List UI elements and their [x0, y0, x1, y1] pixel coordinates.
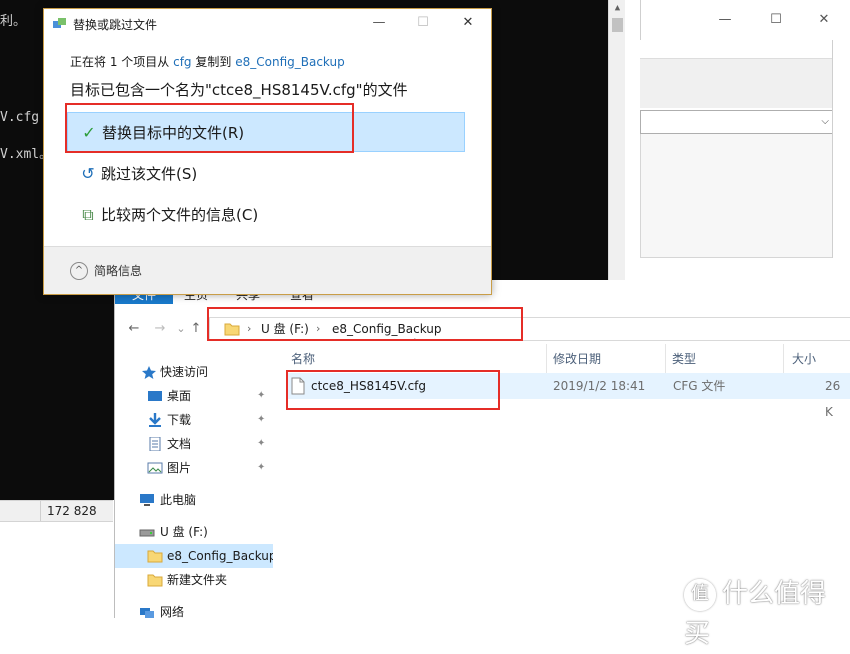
source-folder-link[interactable]: cfg	[173, 55, 191, 69]
picture-icon	[147, 462, 163, 474]
folder-icon	[147, 550, 163, 563]
nav-item-label: 快速访问	[160, 365, 209, 379]
console-line: 利。	[0, 14, 27, 29]
usb-drive-icon	[139, 529, 155, 537]
option-label: 比较两个文件的信息(C)	[101, 206, 259, 224]
nav-item-quick-access[interactable]: 快速访问	[115, 360, 273, 384]
option-label: 跳过该文件(S)	[101, 165, 198, 183]
dropdown-select[interactable]: ⌵	[640, 110, 833, 134]
nav-item-network[interactable]: 网络	[115, 600, 273, 619]
pin-icon[interactable]: ✦	[257, 408, 265, 432]
destination-folder-link[interactable]: e8_Config_Backup	[235, 55, 345, 69]
nav-item-label: U 盘 (F:)	[160, 525, 208, 539]
column-header-label: 名称	[291, 352, 316, 366]
nav-item-documents[interactable]: 文档 ✦	[115, 432, 273, 456]
nav-item-label: 下载	[167, 413, 192, 427]
nav-item-label: 文档	[167, 437, 192, 451]
star-icon	[142, 366, 156, 379]
highlight-box-address	[207, 307, 523, 341]
skip-arrow-icon: ↺	[81, 164, 95, 183]
scrollbar-thumb[interactable]	[612, 18, 623, 32]
watermark-logo-icon: 值	[684, 578, 716, 611]
nav-item-e8-config-backup[interactable]: e8_Config_Backup	[115, 544, 277, 568]
skip-file-option[interactable]: ↺ 跳过该文件(S)	[67, 154, 465, 194]
status-strip: 172 828	[0, 500, 113, 522]
background-panel	[640, 134, 833, 258]
document-icon	[149, 437, 161, 451]
nav-item-desktop[interactable]: 桌面 ✦	[115, 384, 273, 408]
dialog-title: 替换或跳过文件	[73, 18, 158, 32]
compare-files-option[interactable]: ⧉ 比较两个文件的信息(C)	[67, 195, 465, 235]
nav-item-new-folder[interactable]: 新建文件夹	[115, 568, 273, 592]
nav-item-label: 图片	[167, 461, 192, 475]
dialog-footer: ^ 简略信息	[44, 246, 491, 294]
copy-files-icon	[53, 18, 66, 28]
nav-item-pictures[interactable]: 图片 ✦	[115, 456, 273, 480]
nav-item-label: 网络	[160, 605, 185, 619]
column-header-label: 修改日期	[553, 352, 602, 366]
dialog-subtitle: 正在将 1 个项目从 cfg 复制到 e8_Config_Backup	[70, 53, 345, 70]
subtitle-text: 正在将 1 个项目从	[70, 55, 170, 69]
file-size: 26 K	[825, 379, 841, 419]
column-header-label: 类型	[672, 352, 697, 366]
back-arrow-icon[interactable]: ←	[125, 320, 143, 338]
background-window: — ☐ ✕ ⌵	[625, 0, 850, 258]
close-button[interactable]: ✕	[814, 10, 834, 30]
minimize-button[interactable]: —	[366, 12, 392, 34]
highlight-box-file	[286, 370, 500, 410]
subtitle-text: 复制到	[195, 55, 232, 69]
network-icon	[140, 608, 154, 618]
column-header-size[interactable]: 大小	[784, 344, 850, 374]
background-window-edge	[832, 40, 850, 258]
download-icon	[149, 413, 161, 427]
maximize-button[interactable]: ☐	[766, 10, 786, 30]
maximize-button[interactable]: ☐	[410, 12, 436, 34]
pin-icon[interactable]: ✦	[257, 384, 265, 408]
nav-item-label: e8_Config_Backup	[167, 549, 277, 563]
close-button[interactable]: ✕	[455, 12, 481, 34]
scroll-up-icon[interactable]: ▲	[609, 0, 626, 17]
minimize-button[interactable]: —	[715, 10, 735, 30]
dialog-headline: 目标已包含一个名为"ctce8_HS8145V.cfg"的文件	[70, 81, 408, 99]
nav-item-label: 桌面	[167, 389, 192, 403]
desktop-icon	[148, 391, 162, 401]
column-header-type[interactable]: 类型	[666, 344, 784, 374]
chevron-down-icon: ⌵	[821, 116, 829, 127]
forward-arrow-icon[interactable]: →	[151, 320, 169, 338]
computer-icon	[140, 494, 154, 506]
file-modified: 2019/1/2 18:41	[553, 379, 646, 393]
compare-files-icon: ⧉	[82, 205, 94, 224]
nav-item-label: 新建文件夹	[167, 573, 228, 587]
navigation-pane: 快速访问 桌面 ✦ 下载 ✦ 文档 ✦ 图片 ✦ 此电脑 U 盘 (F:) e8…	[115, 344, 277, 619]
console-line: V.cfg	[0, 110, 40, 125]
folder-icon	[147, 574, 163, 587]
background-toolbar	[640, 58, 835, 108]
file-type: CFG 文件	[673, 379, 726, 393]
watermark: 值什么值得买	[684, 574, 850, 649]
fewer-details-button[interactable]: 简略信息	[94, 262, 142, 280]
chevron-up-icon[interactable]: ^	[70, 262, 88, 280]
pin-icon[interactable]: ✦	[257, 456, 265, 480]
nav-item-downloads[interactable]: 下载 ✦	[115, 408, 273, 432]
nav-item-usb-drive[interactable]: U 盘 (F:)	[115, 520, 273, 544]
nav-item-this-pc[interactable]: 此电脑	[115, 488, 273, 512]
highlight-box-replace	[65, 103, 354, 153]
nav-item-label: 此电脑	[160, 493, 197, 507]
column-header-modified[interactable]: 修改日期	[547, 344, 666, 374]
background-window-titlebar: — ☐ ✕	[640, 0, 850, 40]
column-header-label: 大小	[792, 352, 817, 366]
up-arrow-icon[interactable]: ↑	[187, 320, 205, 338]
pin-icon[interactable]: ✦	[257, 432, 265, 456]
status-value: 172 828	[40, 501, 97, 521]
